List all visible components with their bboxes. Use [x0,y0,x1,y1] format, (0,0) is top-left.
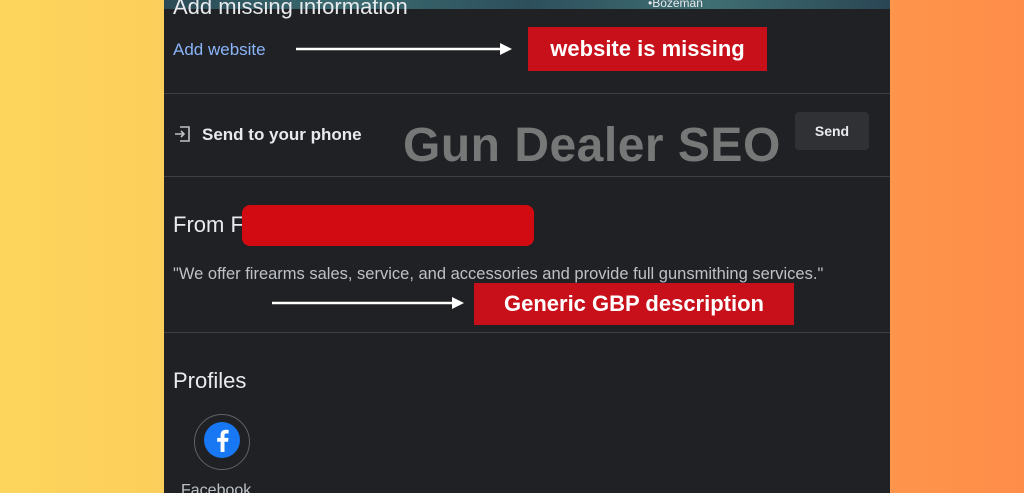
map-place-label: •Bozeman [648,0,703,10]
from-business-title: From F [173,212,244,237]
callout-generic-description: Generic GBP description [474,283,794,325]
divider [164,93,890,94]
profiles-heading: Profiles [173,368,247,393]
business-profile-panel: •Bozeman Add missing information Add web… [164,0,890,493]
callout-website-missing: website is missing [528,27,767,71]
annotation-arrow [296,43,512,55]
divider [164,332,890,333]
watermark-text: Gun Dealer SEO [403,119,781,172]
divider [164,176,890,177]
facebook-icon [204,421,240,463]
missing-info-heading: Add missing information [173,0,408,19]
send-to-phone-icon [173,124,193,144]
annotation-arrow [272,297,464,309]
add-website-link[interactable]: Add website [173,40,266,60]
facebook-profile-label: Facebook [181,482,252,493]
redaction-block [242,205,534,246]
send-button[interactable]: Send [795,112,869,150]
facebook-profile-button[interactable] [194,414,250,470]
send-to-phone-label[interactable]: Send to your phone [202,125,362,145]
